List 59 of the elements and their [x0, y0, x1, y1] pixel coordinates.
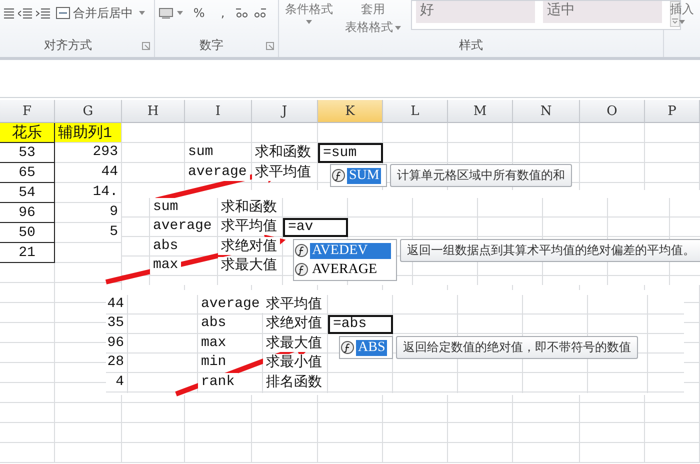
- table-cell: 求和函数: [218, 198, 280, 216]
- increase-indent-icon[interactable]: [36, 7, 50, 19]
- function-tooltip: 返回给定数值的绝对值，即不带符号的数值: [396, 336, 638, 359]
- column-header[interactable]: N: [513, 100, 580, 123]
- column-header[interactable]: J: [252, 100, 318, 123]
- column-header[interactable]: H: [122, 100, 185, 123]
- decrease-decimal-icon[interactable]: [252, 7, 267, 19]
- autocomplete-item[interactable]: AVERAGE: [295, 260, 395, 279]
- caret-icon[interactable]: [139, 11, 145, 15]
- merge-cells-icon[interactable]: [56, 7, 70, 19]
- table-cell: 21: [0, 243, 55, 263]
- function-tooltip: 计算单元格区域中所有数值的和: [390, 164, 572, 187]
- cell-input[interactable]: =sum: [318, 143, 383, 163]
- decrease-indent-icon[interactable]: [18, 7, 32, 19]
- column-header[interactable]: G: [55, 100, 122, 123]
- increase-decimal-icon[interactable]: [234, 7, 249, 19]
- column-heading-cell: 花乐: [0, 123, 55, 143]
- group-label: 对齐方式: [44, 37, 92, 54]
- table-cell: 排名函数: [263, 373, 325, 390]
- table-cell: 53: [0, 143, 55, 163]
- function-icon[interactable]: [332, 169, 345, 182]
- conditional-format-button[interactable]: 条件格式: [283, 2, 335, 24]
- column-header[interactable]: L: [383, 100, 448, 123]
- cell-style[interactable]: 适中: [543, 1, 662, 23]
- column-header[interactable]: I: [185, 100, 252, 123]
- function-tooltip: 返回一组数据点到其算术平均值的绝对偏差的平均值。: [400, 239, 700, 262]
- align-icon[interactable]: [4, 7, 14, 19]
- caret-icon[interactable]: [177, 11, 184, 15]
- dialog-launcher-icon[interactable]: [142, 42, 150, 50]
- insert-button[interactable]: 插入: [668, 2, 696, 24]
- merge-center-button[interactable]: 合并后居中: [54, 4, 135, 22]
- caret-icon[interactable]: [306, 20, 312, 24]
- column-heading-cell: 辅助列1: [55, 123, 121, 142]
- table-cell: 54: [0, 183, 55, 203]
- caret-icon[interactable]: [395, 26, 401, 30]
- column-header[interactable]: P: [645, 100, 700, 123]
- function-icon[interactable]: [295, 263, 308, 276]
- group-label: 样式: [459, 37, 483, 54]
- percent-button[interactable]: %: [187, 6, 211, 20]
- column-header[interactable]: M: [448, 100, 513, 123]
- table-cell: 求和函数: [252, 143, 314, 161]
- column-header[interactable]: O: [580, 100, 645, 123]
- cell-style[interactable]: 好: [416, 1, 535, 23]
- dialog-launcher-icon[interactable]: [266, 42, 274, 50]
- table-cell: 96: [0, 203, 55, 223]
- table-cell: rank: [198, 373, 238, 390]
- function-icon[interactable]: [295, 244, 308, 257]
- caret-icon[interactable]: [679, 20, 685, 24]
- group-label: 数字: [199, 37, 224, 54]
- column-header[interactable]: K: [318, 100, 383, 123]
- table-cell: 50: [0, 223, 55, 243]
- table-format-button[interactable]: 套用 表格格式: [343, 2, 403, 35]
- table-cell: 求绝对值: [218, 237, 280, 254]
- cell-input[interactable]: =abs: [328, 314, 393, 334]
- function-icon[interactable]: [341, 341, 354, 354]
- table-cell: 65: [0, 163, 55, 183]
- column-header[interactable]: F: [0, 100, 55, 123]
- comma-button[interactable]: ,: [214, 6, 231, 20]
- cell-input[interactable]: =av: [283, 218, 348, 237]
